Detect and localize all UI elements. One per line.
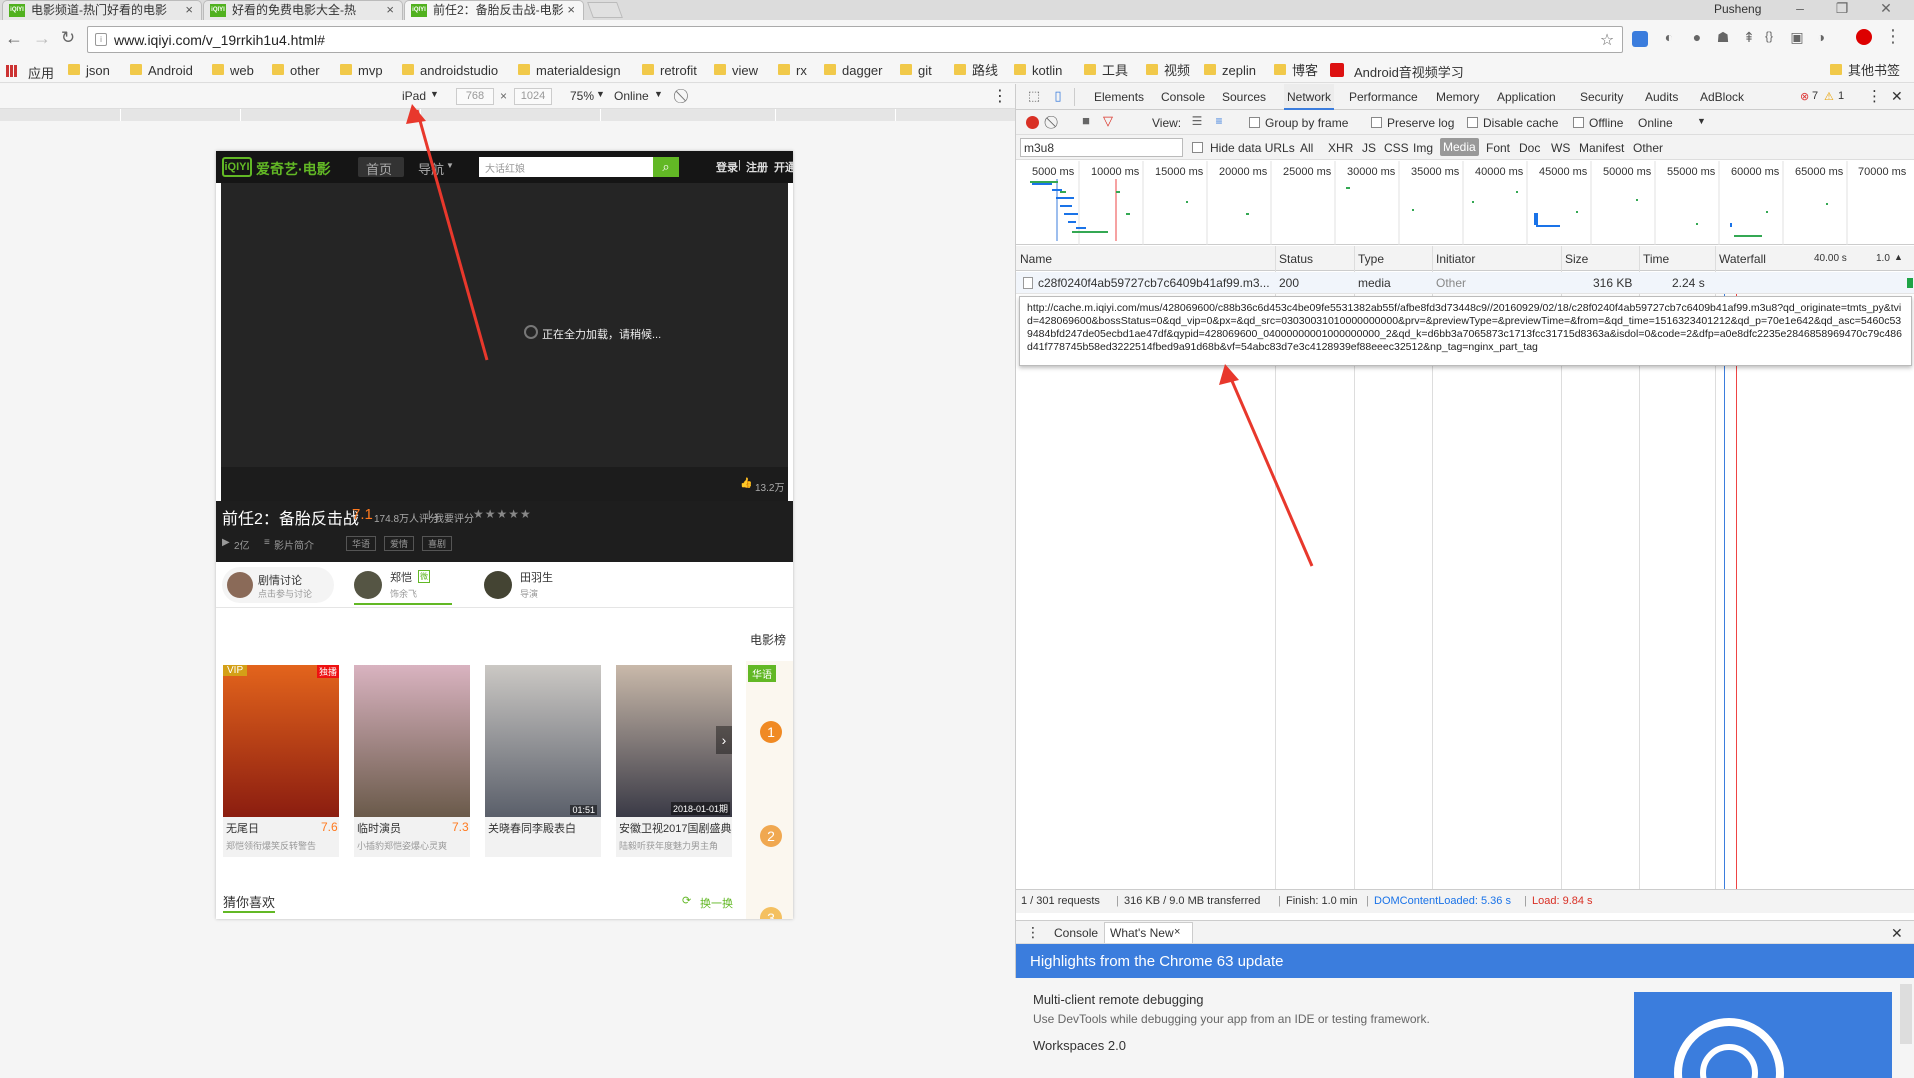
bookmark-apps[interactable]: 应用 bbox=[28, 63, 54, 82]
browser-tab[interactable]: iQIYI 好看的免费电影大全-热 × bbox=[203, 0, 403, 20]
annotation-arrow bbox=[1219, 364, 1314, 567]
maximize-icon[interactable]: ❐ bbox=[1832, 0, 1852, 17]
annotation-arrow bbox=[406, 104, 489, 361]
iqiyi-favicon-icon: iQIYI bbox=[9, 4, 25, 17]
bookmarks-bar: 应用 json Android web other mvp androidstu… bbox=[0, 58, 1914, 83]
minimize-icon[interactable]: – bbox=[1790, 0, 1810, 16]
feature-desc: Use DevTools while debugging your app fr… bbox=[1033, 1012, 1430, 1026]
extension-icon[interactable]: ☗ bbox=[1714, 29, 1732, 46]
iqiyi-favicon-icon: iQIYI bbox=[210, 4, 226, 17]
forward-icon[interactable]: → bbox=[32, 28, 52, 49]
bookmark-folder[interactable]: 视频 bbox=[1144, 62, 1190, 79]
bookmark-folder[interactable]: view bbox=[712, 62, 758, 79]
info-icon[interactable]: i bbox=[95, 33, 107, 46]
bookmark-folder[interactable]: retrofit bbox=[640, 62, 697, 79]
feature-title[interactable]: Workspaces 2.0 bbox=[1033, 1038, 1126, 1053]
finish-time: Finish: 1.0 min bbox=[1286, 895, 1358, 907]
profile-name[interactable]: Pusheng bbox=[1714, 2, 1761, 16]
dcl-time: DOMContentLoaded: 5.36 s bbox=[1374, 895, 1511, 907]
extension-icon[interactable]: ◐ bbox=[1660, 29, 1678, 45]
bookmark-folder[interactable]: rx bbox=[776, 62, 807, 79]
separator: | bbox=[1524, 895, 1527, 907]
bookmark-star-icon[interactable]: ☆ bbox=[1598, 30, 1616, 50]
separator: | bbox=[1116, 895, 1119, 907]
bookmark-folder[interactable]: materialdesign bbox=[516, 62, 621, 79]
separator: | bbox=[1278, 895, 1281, 907]
tab-title: 电影频道-热门好看的电影 bbox=[31, 3, 167, 17]
url-text[interactable]: www.iqiyi.com/v_19rrkih1u4.html# bbox=[114, 32, 325, 48]
separator: | bbox=[1366, 895, 1369, 907]
request-count: 1 / 301 requests bbox=[1021, 895, 1100, 907]
extension-icon[interactable] bbox=[1632, 31, 1648, 47]
close-window-icon[interactable]: ✕ bbox=[1876, 0, 1896, 17]
tab-title: 前任2：备胎反击战-电影 bbox=[433, 3, 564, 17]
close-tab-icon[interactable]: × bbox=[567, 1, 575, 19]
close-drawer-tab-icon[interactable]: × bbox=[1174, 926, 1180, 938]
close-tab-icon[interactable]: × bbox=[386, 1, 394, 19]
tab-strip: iQIYI 电影频道-热门好看的电影 × iQIYI 好看的免费电影大全-热 ×… bbox=[0, 0, 1914, 20]
toolbar: ← → ↻ i www.iqiyi.com/v_19rrkih1u4.html#… bbox=[0, 20, 1914, 58]
bookmark-folder[interactable]: json bbox=[66, 62, 110, 79]
adblock-icon[interactable] bbox=[1856, 29, 1872, 45]
feature-image bbox=[1634, 992, 1892, 1078]
back-icon[interactable]: ← bbox=[4, 28, 24, 49]
drawer-tab-console[interactable]: Console bbox=[1054, 926, 1098, 940]
scrollbar[interactable] bbox=[1900, 984, 1912, 1044]
close-tab-icon[interactable]: × bbox=[185, 1, 193, 19]
feature-title[interactable]: Multi-client remote debugging bbox=[1033, 992, 1204, 1007]
bookmark-folder[interactable]: other bbox=[270, 62, 320, 79]
bookmark-folder[interactable]: 博客 bbox=[1272, 62, 1318, 79]
bookmark-folder[interactable]: web bbox=[210, 62, 254, 79]
extension-icon[interactable]: ▣ bbox=[1788, 29, 1806, 46]
apps-icon[interactable] bbox=[6, 65, 18, 77]
bookmark-folder[interactable]: androidstudio bbox=[400, 62, 498, 79]
viewport-area: iPad ▼ 768 × 1024 75% ▼ Online ▼ ⃠ ⋮ iQI… bbox=[0, 84, 1015, 978]
extension-icon[interactable]: ◑ bbox=[1812, 29, 1830, 45]
new-tab-button[interactable] bbox=[587, 2, 623, 18]
menu-icon[interactable]: ⋮ bbox=[1884, 26, 1902, 47]
bookmark-folder[interactable]: Android bbox=[128, 62, 193, 79]
other-bookmarks[interactable]: 其他书签 bbox=[1828, 62, 1900, 79]
drawer-menu-icon[interactable]: ⋮ bbox=[1026, 924, 1040, 941]
bookmark-folder[interactable]: 工具 bbox=[1082, 62, 1128, 79]
reload-icon[interactable]: ↻ bbox=[58, 28, 78, 48]
close-drawer-icon[interactable]: ✕ bbox=[1891, 925, 1903, 942]
bookmark-folder[interactable]: zeplin bbox=[1202, 62, 1256, 79]
whatsnew-title: Highlights from the Chrome 63 update bbox=[1030, 953, 1284, 970]
browser-tab[interactable]: iQIYI 电影频道-热门好看的电影 × bbox=[2, 0, 202, 20]
bookmark-folder[interactable]: kotlin bbox=[1012, 62, 1062, 79]
network-status-bar: 1 / 301 requests | 316 KB / 9.0 MB trans… bbox=[1016, 889, 1914, 913]
tab-title: 好看的免费电影大全-热 bbox=[232, 3, 356, 17]
extension-icon[interactable]: ● bbox=[1688, 29, 1706, 45]
json-extension-icon[interactable]: {} bbox=[1758, 29, 1780, 43]
bookmark-folder[interactable]: 路线 bbox=[952, 62, 998, 79]
bookmark-folder[interactable]: dagger bbox=[822, 62, 882, 79]
transferred: 316 KB / 9.0 MB transferred bbox=[1124, 895, 1261, 907]
bookmark-folder[interactable]: mvp bbox=[338, 62, 383, 79]
bookmark-link[interactable]: Android音视频学习 bbox=[1354, 62, 1464, 81]
bookmark-folder[interactable]: git bbox=[898, 62, 932, 79]
iqiyi-favicon-icon: iQIYI bbox=[411, 4, 427, 17]
extension-icon[interactable]: ⇞ bbox=[1740, 29, 1758, 46]
bookmark-favicon-icon bbox=[1330, 63, 1344, 77]
omnibox[interactable]: i www.iqiyi.com/v_19rrkih1u4.html# ☆ bbox=[87, 26, 1623, 53]
devtools-panel: ⬚ ▯ Elements Console Sources Network Per… bbox=[1015, 84, 1914, 1078]
browser-tab-active[interactable]: iQIYI 前任2：备胎反击战-电影 × bbox=[404, 0, 584, 20]
whatsnew-banner: Highlights from the Chrome 63 update bbox=[1016, 944, 1914, 978]
load-time: Load: 9.84 s bbox=[1532, 895, 1593, 907]
drawer-tabbar: ⋮ Console What's New × ✕ bbox=[1016, 920, 1914, 944]
